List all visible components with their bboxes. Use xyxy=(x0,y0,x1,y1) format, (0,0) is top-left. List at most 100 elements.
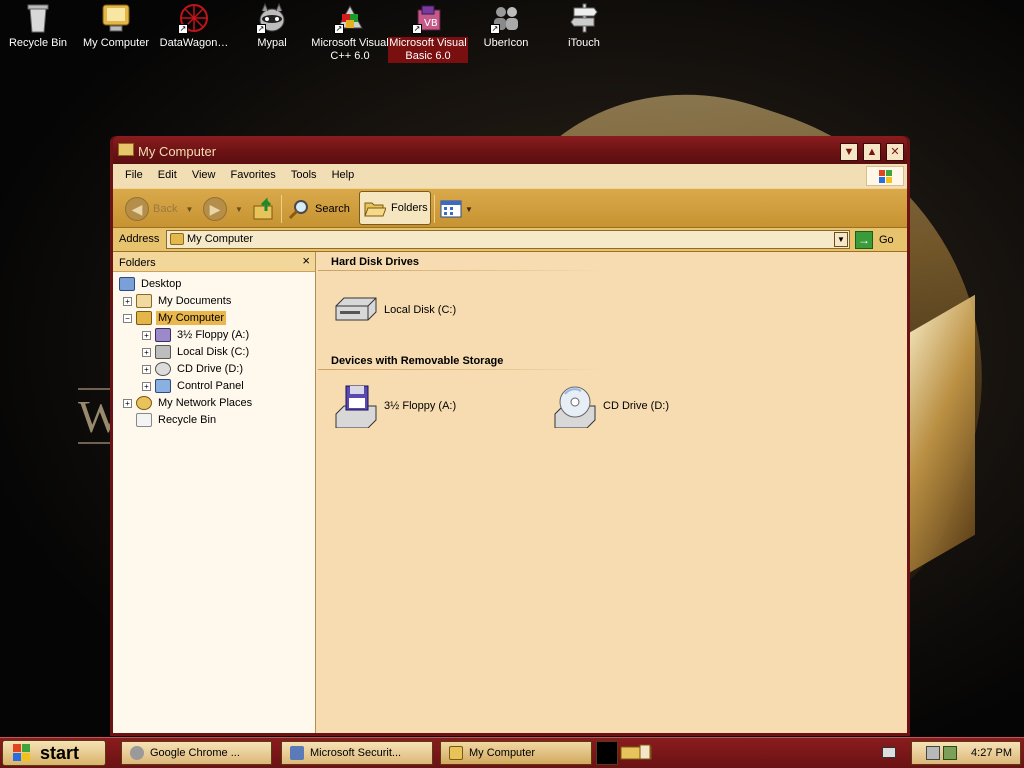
system-tray: 4:27 PM xyxy=(911,741,1021,765)
control-panel-icon xyxy=(155,379,171,393)
tree-item-desktop[interactable]: Desktop xyxy=(119,276,183,292)
expand-icon[interactable]: + xyxy=(142,330,151,340)
windows-logo xyxy=(866,166,904,186)
drive-cd[interactable]: CD Drive (D:) xyxy=(551,384,669,429)
drive-local-disk[interactable]: Local Disk (C:) xyxy=(332,288,456,332)
up-folder-button[interactable] xyxy=(252,193,276,225)
tree-item-label: My Documents xyxy=(158,295,232,307)
keyboard-icon[interactable] xyxy=(882,747,896,758)
group-divider xyxy=(318,369,608,370)
task-black-window[interactable] xyxy=(596,741,618,765)
folders-pane-title: Folders xyxy=(119,257,156,269)
close-button[interactable]: ✕ xyxy=(886,143,904,161)
tree-item-floppy[interactable]: + 3½ Floppy (A:) xyxy=(142,327,251,343)
task-label: Microsoft Securit... xyxy=(310,747,402,759)
desktop-icon-datawagon[interactable]: ↗ DataWagon… xyxy=(154,2,234,50)
desktop-icon-mypal[interactable]: ↗ Mypal xyxy=(232,2,312,50)
tree-item-my-computer[interactable]: − My Computer xyxy=(123,310,227,326)
folder-icon xyxy=(118,143,134,156)
tray-tool-icon[interactable] xyxy=(926,746,940,760)
expand-icon[interactable]: + xyxy=(142,364,151,374)
desktop-icon-visual-cpp[interactable]: ↗ Microsoft Visual C++ 6.0 xyxy=(310,2,390,63)
window-content: Folders × Desktop + My Documents − My Co… xyxy=(113,252,907,733)
expand-icon[interactable]: + xyxy=(123,398,132,408)
forward-button[interactable]: ▶ ▼ xyxy=(203,193,243,225)
tree-item-my-documents[interactable]: + My Documents xyxy=(123,293,233,309)
task-my-computer[interactable]: My Computer xyxy=(440,741,592,765)
tree-item-cd-drive[interactable]: + CD Drive (D:) xyxy=(142,361,245,377)
go-label: Go xyxy=(879,234,894,246)
folders-button[interactable]: Folders xyxy=(359,191,431,225)
folders-pane: Folders × Desktop + My Documents − My Co… xyxy=(113,252,316,733)
desktop-icon-visual-basic[interactable]: VB ↗ Microsoft Visual Basic 6.0 xyxy=(388,2,468,63)
tree-item-recycle-bin[interactable]: Recycle Bin xyxy=(136,412,218,428)
minimize-button[interactable]: ▼ xyxy=(840,143,858,161)
tree-item-label: Local Disk (C:) xyxy=(177,346,250,358)
address-input[interactable]: My Computer ▼ xyxy=(166,230,850,249)
tray-network-icon[interactable] xyxy=(943,746,957,760)
desktop-icon-ubericon[interactable]: ↗ UberIcon xyxy=(466,2,546,50)
maximize-button[interactable]: ▲ xyxy=(863,143,881,161)
search-icon xyxy=(288,200,308,220)
group-header-removable-storage: Devices with Removable Storage xyxy=(331,355,504,367)
expand-icon[interactable]: + xyxy=(123,296,132,306)
security-icon xyxy=(290,746,304,760)
quick-launch-folder-icon[interactable] xyxy=(620,744,654,762)
search-button[interactable]: Search xyxy=(287,193,350,225)
desktop-icon xyxy=(119,277,135,291)
desktop-icon-label: DataWagon… xyxy=(159,37,229,49)
desktop-icon-itouch[interactable]: iTouch xyxy=(544,2,624,50)
ubericon-icon: ↗ xyxy=(490,2,522,34)
tree-item-label: Recycle Bin xyxy=(158,414,217,426)
expand-icon[interactable]: + xyxy=(142,347,151,357)
close-pane-icon[interactable]: × xyxy=(302,253,310,268)
recycle-bin-icon xyxy=(22,2,54,34)
folders-pane-header: Folders × xyxy=(113,252,315,272)
menu-file[interactable]: File xyxy=(119,164,149,186)
group-header-hard-disk-drives: Hard Disk Drives xyxy=(331,256,420,268)
hard-disk-icon xyxy=(332,288,380,332)
task-microsoft-security[interactable]: Microsoft Securit... xyxy=(281,741,433,765)
tree-item-label: Control Panel xyxy=(177,380,244,392)
toolbar-separator xyxy=(281,195,282,223)
drive-floppy[interactable]: 3½ Floppy (A:) xyxy=(332,384,457,429)
expand-icon[interactable]: + xyxy=(142,381,151,391)
start-label: start xyxy=(40,742,80,763)
window-title-bar[interactable]: My Computer ▼ ▲ ✕ xyxy=(113,136,907,164)
mypal-icon: ↗ xyxy=(256,2,288,34)
task-google-chrome[interactable]: Google Chrome ... xyxy=(121,741,272,765)
desktop-icon-label: Mypal xyxy=(257,37,287,49)
menu-help[interactable]: Help xyxy=(326,164,361,186)
drive-label: 3½ Floppy (A:) xyxy=(384,400,457,412)
tree-item-local-disk[interactable]: + Local Disk (C:) xyxy=(142,344,251,360)
svg-text:VB: VB xyxy=(424,18,438,29)
address-label: Address xyxy=(119,233,160,245)
go-button[interactable]: → Go xyxy=(855,231,894,249)
menu-bar: File Edit View Favorites Tools Help xyxy=(113,164,907,188)
itouch-icon xyxy=(568,2,600,34)
address-dropdown-button[interactable]: ▼ xyxy=(834,232,848,247)
tree-item-my-network-places[interactable]: + My Network Places xyxy=(123,395,254,411)
datawagon-icon: ↗ xyxy=(178,2,210,34)
menu-favorites[interactable]: Favorites xyxy=(225,164,282,186)
menu-tools[interactable]: Tools xyxy=(285,164,323,186)
tree-item-label: My Network Places xyxy=(158,397,253,409)
chevron-down-icon: ▼ xyxy=(465,204,473,214)
desktop-icon-label: iTouch xyxy=(568,37,600,49)
desktop-icon-recycle-bin[interactable]: Recycle Bin xyxy=(0,2,78,50)
start-button[interactable]: start xyxy=(2,740,106,766)
menu-edit[interactable]: Edit xyxy=(152,164,183,186)
my-computer-icon xyxy=(100,2,132,34)
clock[interactable]: 4:27 PM xyxy=(971,747,1012,759)
back-arrow-icon: ◀ xyxy=(125,197,149,221)
shortcut-arrow-icon: ↗ xyxy=(490,24,500,34)
collapse-icon[interactable]: − xyxy=(123,313,132,323)
windows-flag-icon xyxy=(13,744,33,762)
desktop-icon-my-computer[interactable]: My Computer xyxy=(76,2,156,50)
tree-item-control-panel[interactable]: + Control Panel xyxy=(142,378,246,394)
windows-flag-icon xyxy=(879,170,893,184)
back-button[interactable]: ◀ Back ▼ xyxy=(125,193,193,225)
views-button[interactable]: ▼ xyxy=(439,193,473,225)
desktop-icon-label: Microsoft Visual Basic 6.0 xyxy=(388,37,468,63)
menu-view[interactable]: View xyxy=(186,164,222,186)
